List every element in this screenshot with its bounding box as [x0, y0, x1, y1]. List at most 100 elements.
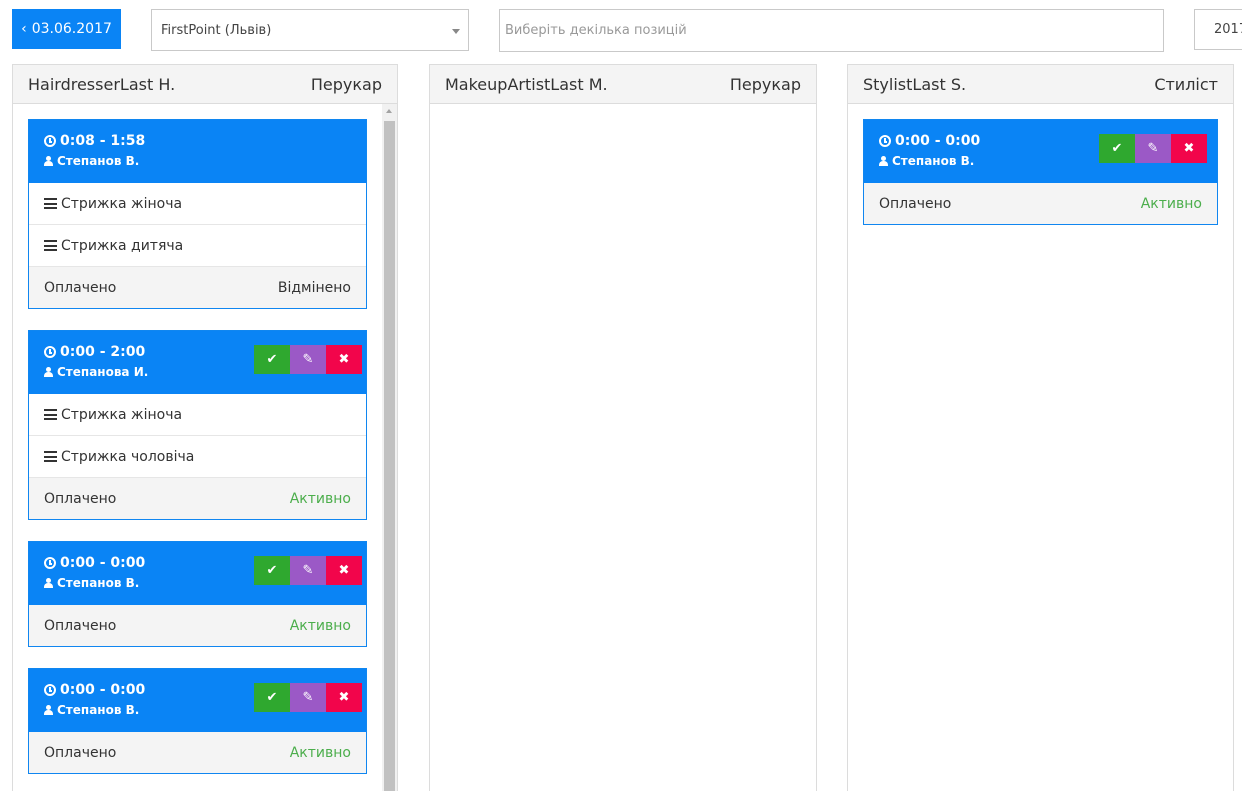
edit-button[interactable]: ✎ — [1135, 134, 1171, 163]
appointment-footer: Оплачено Активно — [864, 183, 1217, 224]
appointment-header: 0:08 - 1:58 Степанов В. — [29, 120, 366, 183]
appointment-time: 0:00 - 0:00 — [60, 555, 146, 571]
service-item: Стрижка дитяча — [29, 225, 366, 267]
edit-button[interactable]: ✎ — [290, 556, 326, 585]
delete-button[interactable]: ✖ — [326, 345, 362, 374]
edit-button[interactable]: ✎ — [290, 345, 326, 374]
client-name: Степанов В. — [57, 154, 140, 168]
appointment-footer: Оплачено Відмінено — [29, 267, 366, 308]
appointment-card[interactable]: 0:00 - 2:00 Степанова И. ✔ ✎ ✖ Стрижка ж… — [28, 330, 367, 520]
employee-column-makeup-artist: MakeupArtistLast M. Перукар — [429, 64, 817, 791]
payment-status: Оплачено — [44, 279, 117, 296]
check-icon: ✔ — [266, 352, 278, 367]
chevron-left-icon: ‹ — [21, 21, 27, 37]
list-icon — [44, 409, 57, 420]
appointment-actions: ✔ ✎ ✖ — [1099, 134, 1207, 163]
appointment-card[interactable]: 0:08 - 1:58 Степанов В. Стрижка жіноча С… — [28, 119, 367, 309]
appointment-header: 0:00 - 0:00 Степанов В. ✔ ✎ ✖ — [864, 120, 1217, 183]
edit-button[interactable]: ✎ — [290, 683, 326, 712]
close-icon: ✖ — [1183, 141, 1195, 156]
scroll-up-arrow-icon[interactable] — [386, 109, 392, 113]
close-icon: ✖ — [338, 690, 350, 705]
service-name: Стрижка чоловіча — [61, 448, 195, 465]
service-name: Стрижка жіноча — [61, 406, 183, 423]
appointment-time: 0:00 - 0:00 — [60, 682, 146, 698]
client-name: Степанов В. — [57, 576, 140, 590]
confirm-button[interactable]: ✔ — [254, 345, 290, 374]
service-item: Стрижка жіноча — [29, 183, 366, 225]
employee-name: StylistLast S. — [863, 74, 967, 94]
confirm-button[interactable]: ✔ — [1099, 134, 1135, 163]
appointment-footer: Оплачено Активно — [29, 478, 366, 519]
user-icon — [44, 156, 53, 166]
location-select[interactable]: FirstPoint (Львів) — [151, 9, 469, 51]
pencil-icon: ✎ — [1147, 141, 1159, 156]
appointment-footer: Оплачено Активно — [29, 605, 366, 646]
clock-icon — [44, 557, 56, 569]
delete-button[interactable]: ✖ — [1171, 134, 1207, 163]
appointment-actions: ✔ ✎ ✖ — [254, 683, 362, 712]
appointment-header: 0:00 - 0:00 Степанов В. ✔ ✎ ✖ — [29, 669, 366, 732]
appointment-card[interactable]: 0:00 - 0:00 Степанов В. ✔ ✎ ✖ Оплачено А… — [28, 541, 367, 647]
appointment-status: Активно — [289, 744, 351, 761]
location-select-value: FirstPoint (Львів) — [161, 22, 272, 38]
employee-column-hairdresser: HairdresserLast H. Перукар 0:08 - 1:58 С… — [12, 64, 398, 791]
chevron-down-icon — [452, 29, 460, 34]
year-select-value: 2017 — [1214, 22, 1242, 37]
appointment-time: 0:08 - 1:58 — [60, 133, 146, 149]
list-icon — [44, 240, 57, 251]
appointment-status: Активно — [289, 617, 351, 634]
user-icon — [879, 156, 888, 166]
scrollbar-thumb[interactable] — [384, 121, 395, 791]
close-icon: ✖ — [338, 563, 350, 578]
clock-icon — [44, 135, 56, 147]
service-item: Стрижка жіноча — [29, 394, 366, 436]
appointment-footer: Оплачено Активно — [29, 732, 366, 773]
positions-multiselect-input[interactable] — [499, 9, 1164, 52]
check-icon: ✔ — [266, 690, 278, 705]
appointment-actions: ✔ ✎ ✖ — [254, 345, 362, 374]
appointment-header: 0:00 - 0:00 Степанов В. ✔ ✎ ✖ — [29, 542, 366, 605]
pencil-icon: ✎ — [302, 690, 314, 705]
date-label: 03.06.2017 — [31, 21, 112, 37]
column-scrollbar[interactable] — [382, 104, 397, 791]
appointment-status: Відмінено — [277, 279, 351, 296]
employee-role: Перукар — [310, 74, 382, 94]
payment-status: Оплачено — [44, 744, 117, 761]
column-header: MakeupArtistLast M. Перукар — [430, 65, 816, 104]
delete-button[interactable]: ✖ — [326, 683, 362, 712]
check-icon: ✔ — [266, 563, 278, 578]
appointment-time: 0:00 - 2:00 — [60, 344, 146, 360]
client-name: Степанов В. — [57, 703, 140, 717]
service-name: Стрижка дитяча — [61, 237, 184, 254]
appointment-status: Активно — [1140, 195, 1202, 212]
appointment-card[interactable]: 0:00 - 0:00 Степанов В. ✔ ✎ ✖ Оплачено А… — [863, 119, 1218, 225]
employee-name: MakeupArtistLast M. — [445, 74, 608, 94]
pencil-icon: ✎ — [302, 352, 314, 367]
user-icon — [44, 367, 53, 377]
column-header: HairdresserLast H. Перукар — [13, 65, 397, 104]
appointment-status: Активно — [289, 490, 351, 507]
list-icon — [44, 198, 57, 209]
client-name: Степанова И. — [57, 365, 149, 379]
client-name: Степанов В. — [892, 154, 975, 168]
column-header: StylistLast S. Стиліст — [848, 65, 1233, 104]
delete-button[interactable]: ✖ — [326, 556, 362, 585]
close-icon: ✖ — [338, 352, 350, 367]
payment-status: Оплачено — [44, 490, 117, 507]
employee-role: Стиліст — [1154, 74, 1218, 94]
service-item: Стрижка чоловіча — [29, 436, 366, 478]
employee-name: HairdresserLast H. — [28, 74, 176, 94]
payment-status: Оплачено — [879, 195, 952, 212]
pencil-icon: ✎ — [302, 563, 314, 578]
confirm-button[interactable]: ✔ — [254, 556, 290, 585]
clock-icon — [879, 135, 891, 147]
year-select[interactable]: 2017 — [1194, 9, 1242, 50]
check-icon: ✔ — [1111, 141, 1123, 156]
list-icon — [44, 451, 57, 462]
confirm-button[interactable]: ✔ — [254, 683, 290, 712]
clock-icon — [44, 684, 56, 696]
appointment-card[interactable]: 0:00 - 0:00 Степанов В. ✔ ✎ ✖ Оплачено А… — [28, 668, 367, 774]
date-back-button[interactable]: ‹ 03.06.2017 — [12, 9, 121, 49]
clock-icon — [44, 346, 56, 358]
